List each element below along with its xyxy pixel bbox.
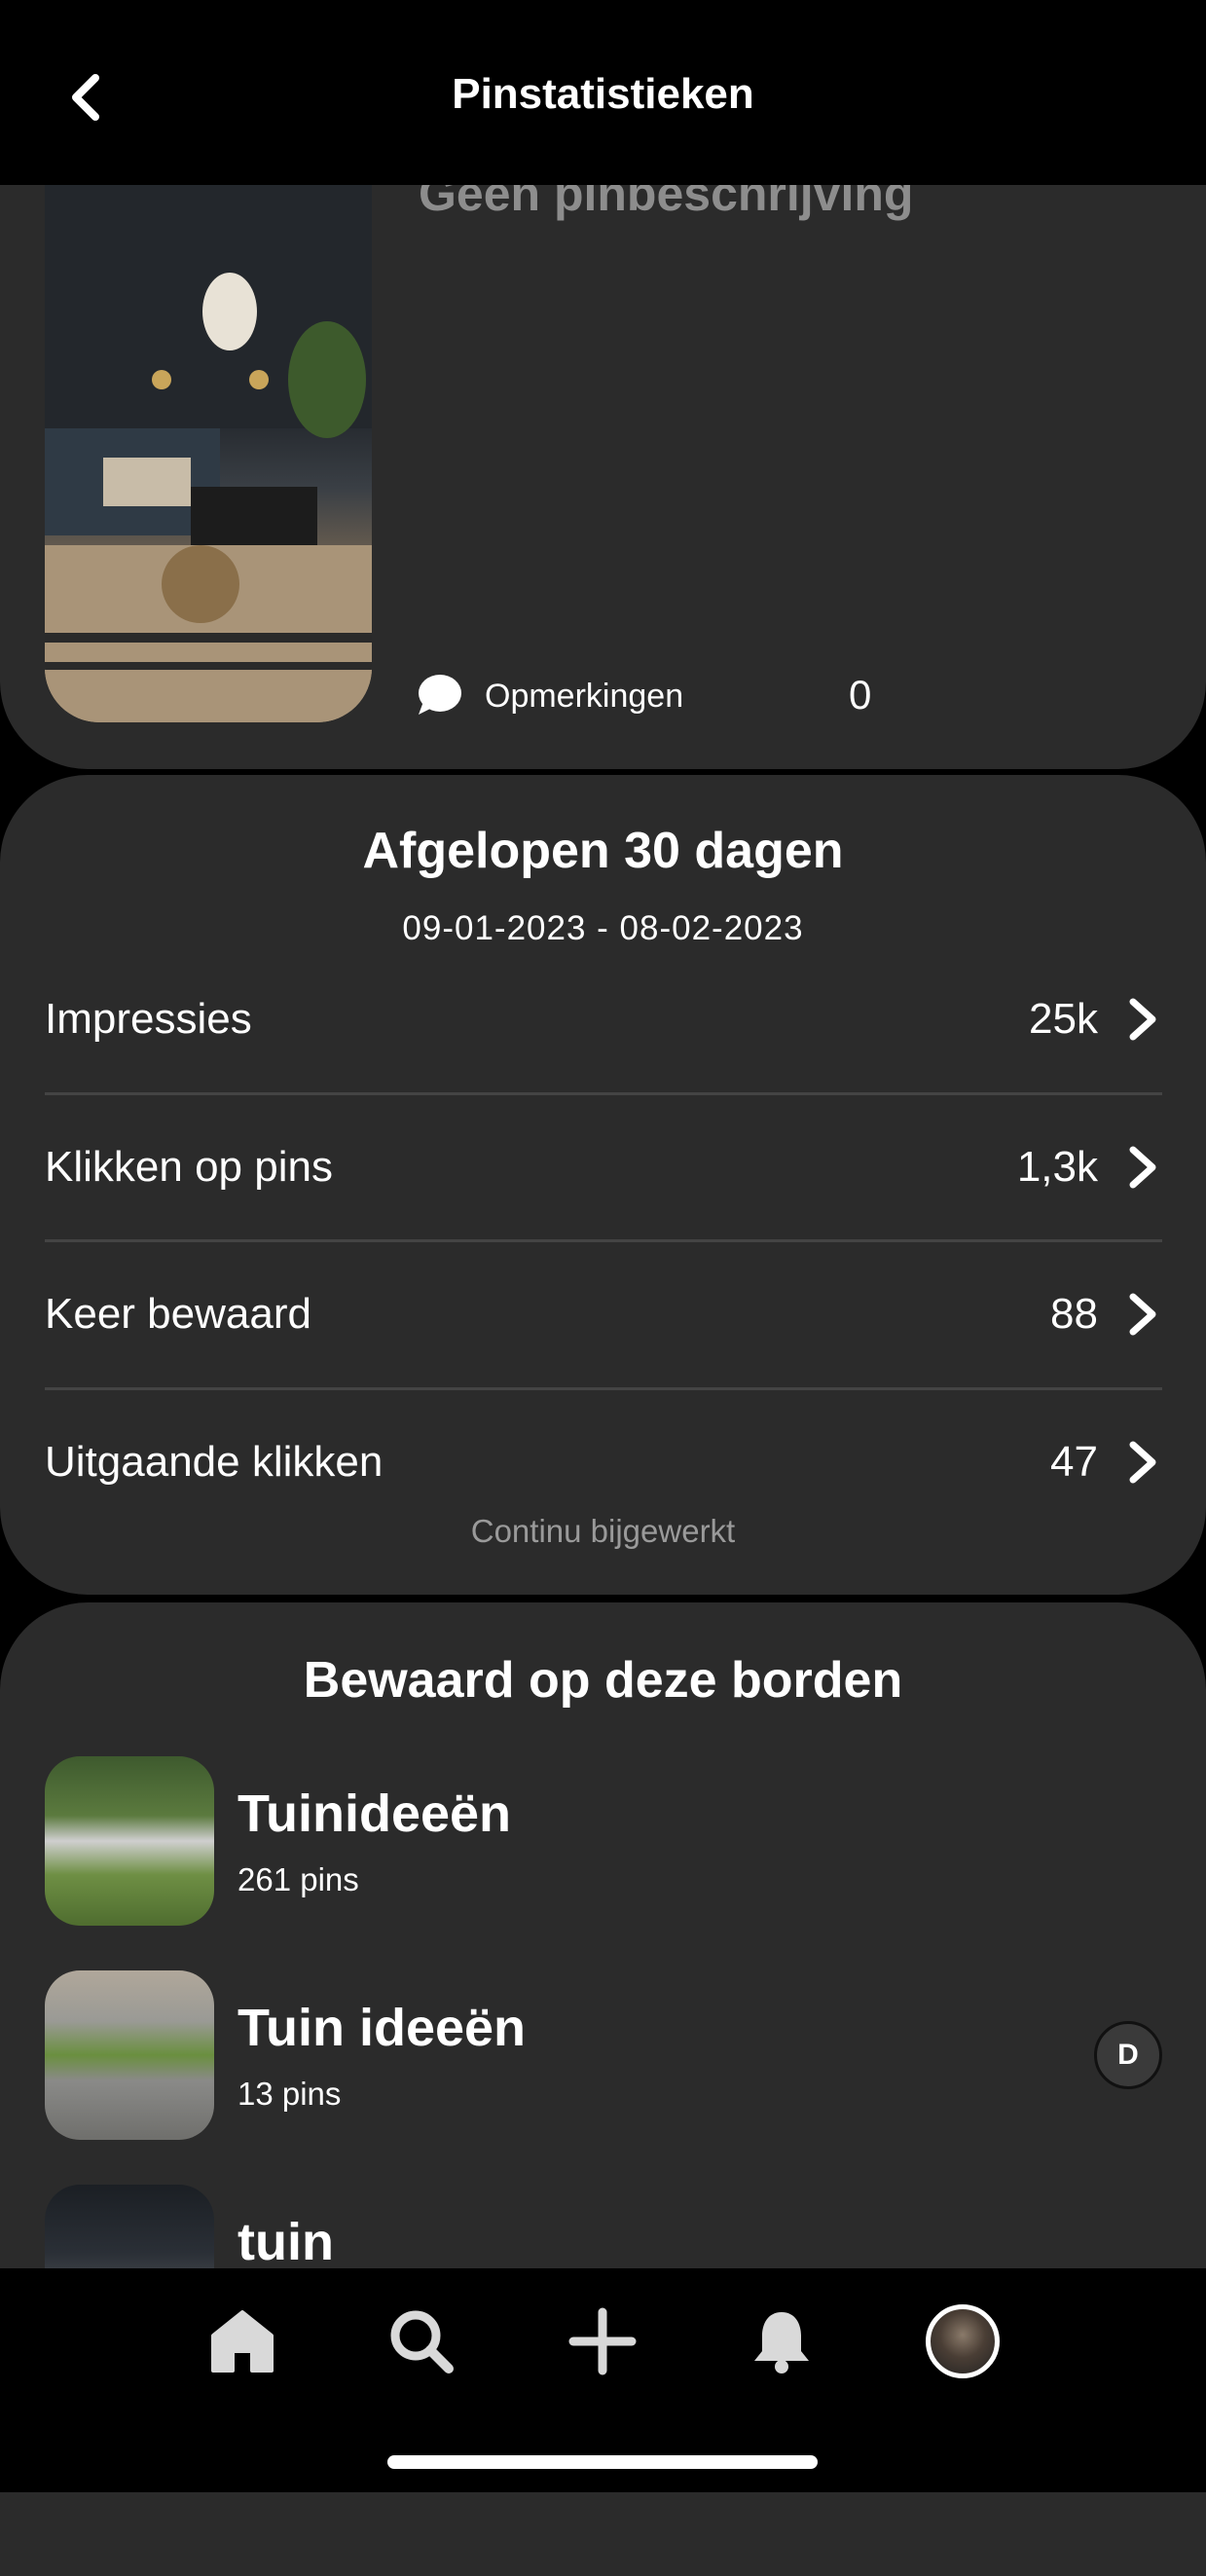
collaborator-avatar[interactable]: D bbox=[1094, 2021, 1162, 2089]
stat-row-impressions[interactable]: Impressies 25k bbox=[45, 946, 1162, 1092]
page-title: Pinstatistieken bbox=[452, 70, 754, 118]
board-pin-count: 261 pins bbox=[238, 1861, 359, 1897]
top-bar: Pinstatistieken bbox=[0, 0, 1206, 185]
board-item[interactable]: Tuinideeën 261 pins bbox=[45, 1756, 1162, 1928]
stat-row-pin-clicks[interactable]: Klikken op pins 1,3k bbox=[45, 1094, 1162, 1240]
profile-avatar bbox=[926, 2304, 1000, 2378]
board-thumbnail bbox=[45, 1756, 214, 1926]
board-name: tuin bbox=[238, 2213, 334, 2271]
board-pin-count: 13 pins bbox=[238, 2076, 342, 2112]
search-icon bbox=[390, 2310, 454, 2374]
stats-card: Afgelopen 30 dagen 09-01-2023 - 08-02-20… bbox=[0, 775, 1206, 1595]
nav-notifications[interactable] bbox=[738, 2298, 825, 2385]
chevron-right-icon bbox=[1129, 1441, 1156, 1484]
stats-date-range: 09-01-2023 - 08-02-2023 bbox=[402, 909, 804, 947]
stat-value: 25k bbox=[1029, 995, 1098, 1043]
comments-label: Opmerkingen bbox=[485, 678, 684, 715]
stat-value: 1,3k bbox=[1016, 1143, 1098, 1191]
stat-label: Klikken op pins bbox=[45, 1143, 333, 1191]
chevron-right-icon bbox=[1129, 1146, 1156, 1189]
chevron-right-icon bbox=[1129, 998, 1156, 1041]
stat-label: Uitgaande klikken bbox=[45, 1438, 384, 1486]
add-icon bbox=[568, 2307, 637, 2375]
stat-label: Keer bewaard bbox=[45, 1290, 311, 1338]
bottom-nav bbox=[0, 2268, 1206, 2492]
pin-info-card: Geen pinbeschrijving Opmerkingen 0 bbox=[0, 136, 1206, 769]
stat-row-saves[interactable]: Keer bewaard 88 bbox=[45, 1241, 1162, 1387]
board-thumbnail bbox=[45, 1970, 214, 2140]
nav-search[interactable] bbox=[378, 2298, 465, 2385]
comments-count: 0 bbox=[849, 672, 872, 718]
chevron-right-icon bbox=[1129, 1293, 1156, 1336]
comment-icon bbox=[419, 675, 461, 715]
stats-footer-note: Continu bijgewerkt bbox=[470, 1513, 736, 1549]
stat-value: 47 bbox=[1050, 1438, 1098, 1486]
boards-title: Bewaard op deze borden bbox=[303, 1652, 903, 1709]
bell-icon bbox=[754, 2312, 809, 2374]
home-indicator bbox=[387, 2455, 818, 2469]
stats-title: Afgelopen 30 dagen bbox=[362, 823, 844, 879]
pin-image[interactable] bbox=[45, 136, 372, 722]
board-item[interactable]: Tuin ideeën 13 pins D bbox=[45, 1970, 1162, 2142]
board-name: Tuin ideeën bbox=[238, 1999, 527, 2057]
stat-value: 88 bbox=[1050, 1290, 1098, 1338]
pin-image-art bbox=[45, 136, 372, 722]
nav-home[interactable] bbox=[199, 2298, 286, 2385]
nav-profile[interactable] bbox=[919, 2298, 1006, 2385]
stat-label: Impressies bbox=[45, 995, 252, 1043]
board-name: Tuinideeën bbox=[238, 1785, 512, 1843]
home-icon bbox=[211, 2310, 274, 2373]
nav-add[interactable] bbox=[559, 2298, 646, 2385]
